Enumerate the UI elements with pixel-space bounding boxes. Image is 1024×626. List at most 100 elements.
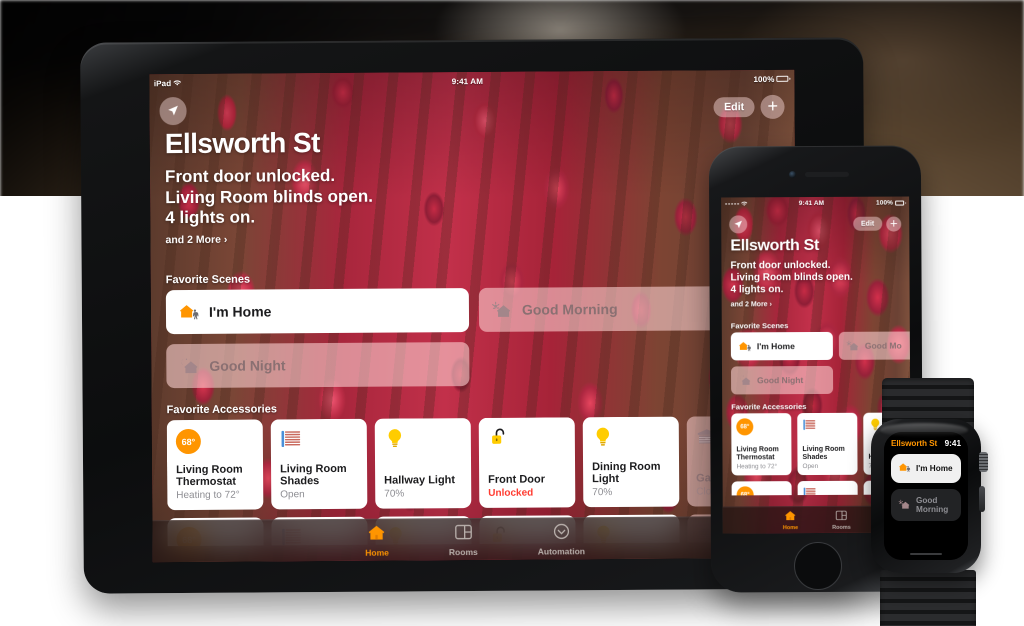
bulb-icon xyxy=(384,427,462,454)
accessory-tile[interactable]: 68° Living Room Thermostat Heating to 72… xyxy=(731,413,792,476)
favorite-scenes-grid: I'm Home Good Morning Good Night xyxy=(165,285,783,389)
status-line: Living Room blinds open. xyxy=(165,186,374,207)
plus-icon[interactable]: + xyxy=(760,94,785,119)
watch-time: 9:41 xyxy=(944,439,961,448)
accessory-tile[interactable]: 68° Living Room Thermostat Heating to 72… xyxy=(731,481,792,496)
sun-house-icon xyxy=(491,299,513,321)
location-arrow-icon[interactable] xyxy=(729,215,748,234)
moon-house-icon xyxy=(178,355,200,377)
scene-label: Good Mo xyxy=(864,340,902,351)
and-more-link[interactable]: and 2 More › xyxy=(165,234,227,246)
accessory-tile[interactable]: Hallway Light 70% xyxy=(374,418,472,509)
wifi-icon xyxy=(173,80,182,86)
location-arrow-icon[interactable] xyxy=(159,97,187,125)
ipad-home-app: iPad 9:41 AM 100% Edit + Ellsworth St Fr… xyxy=(149,69,798,563)
watch-scene-row[interactable]: I'm Home xyxy=(891,454,961,483)
house-icon xyxy=(784,509,797,524)
accessory-name: Dining Room Light xyxy=(592,460,661,486)
watch-band-lower xyxy=(880,570,976,626)
status-time: 9:41 AM xyxy=(798,199,825,208)
bulb-icon xyxy=(592,426,670,453)
tab-label: Rooms xyxy=(448,546,478,557)
rooms-icon xyxy=(453,522,473,545)
watch-home-app: Ellsworth St 9:41 I'm Home Good Morning xyxy=(884,432,968,560)
scene-tile[interactable]: Good Night xyxy=(166,342,470,389)
status-battery-percent: 100% xyxy=(753,74,775,84)
accessory-name: Living Room Shades xyxy=(802,445,845,461)
house-person-icon xyxy=(738,339,752,353)
status-battery-percent: 100% xyxy=(876,199,894,207)
thermostat-temp-badge: 68° xyxy=(736,418,754,436)
plus-icon[interactable]: + xyxy=(886,215,902,232)
favorite-accessories-title: Favorite Accessories xyxy=(166,403,277,417)
wifi-icon xyxy=(740,201,747,206)
accessory-status: Open xyxy=(802,462,819,470)
accessory-tile[interactable]: Living Room Shades Open xyxy=(797,412,858,476)
edit-button[interactable]: Edit xyxy=(713,97,755,118)
home-status-summary: Front door unlocked. Living Room blinds … xyxy=(165,166,373,230)
iphone-status-bar: 9:41 AM 100% xyxy=(721,197,909,211)
accessory-name: Front Door xyxy=(488,473,546,486)
sun-house-icon xyxy=(846,339,860,353)
scene-tile[interactable]: Good Mo xyxy=(838,331,911,360)
edit-button[interactable]: Edit xyxy=(852,216,883,231)
tab-automation[interactable]: Automation xyxy=(537,522,586,557)
thermostat-temp-badge: 68° xyxy=(175,428,201,455)
watch-side-button[interactable] xyxy=(979,486,985,512)
tab-label: Rooms xyxy=(832,524,851,531)
status-line: Front door unlocked. xyxy=(164,165,336,187)
battery-full-icon xyxy=(894,200,906,206)
accessory-name: Living Room Shades xyxy=(280,462,347,488)
ipad-nav-row: Edit + xyxy=(149,92,794,127)
page-title: Ellsworth St xyxy=(164,127,320,160)
tab-home[interactable]: Home xyxy=(783,509,798,531)
watch-scene-list: I'm Home Good Morning xyxy=(884,448,968,521)
accessory-name: Living Room Thermostat xyxy=(736,446,779,462)
accessory-tile[interactable]: 68° Living Room Thermostat Heating to 72… xyxy=(166,419,264,511)
scene-label: I'm Home xyxy=(208,303,272,320)
accessory-name: Living Room Thermostat xyxy=(176,463,243,489)
and-more-link[interactable]: and 2 More › xyxy=(731,301,772,308)
accessory-tile[interactable]: Living Room Shades Open xyxy=(797,480,858,496)
thermostat-icon: 68° xyxy=(736,418,786,436)
status-time: 9:41 AM xyxy=(451,76,484,86)
blinds-icon xyxy=(280,428,358,455)
ipad-status-bar: iPad 9:41 AM 100% xyxy=(149,70,794,93)
tab-rooms[interactable]: Rooms xyxy=(449,522,478,557)
watch-scene-row[interactable]: Good Morning xyxy=(891,489,961,521)
favorite-accessories-title: Favorite Accessories xyxy=(731,402,807,412)
signal-dots-icon xyxy=(724,202,739,205)
scene-tile[interactable]: I'm Home xyxy=(165,288,470,335)
earpiece-speaker xyxy=(804,171,849,178)
watch-screen-glare xyxy=(880,423,968,437)
digital-crown-icon[interactable] xyxy=(979,452,988,472)
accessory-tile[interactable]: Front Door Unlocked xyxy=(478,417,576,508)
scene-tile[interactable]: I'm Home xyxy=(730,331,833,361)
watch-scene-label: Good Morning xyxy=(916,496,949,514)
accessory-tile[interactable]: Dining Room Light 70% xyxy=(582,416,680,508)
status-line: 4 lights on. xyxy=(730,284,784,296)
favorite-scenes-title: Favorite Scenes xyxy=(165,273,251,287)
tab-rooms[interactable]: Rooms xyxy=(832,509,851,531)
accessory-status: Heating to 72° xyxy=(736,462,778,471)
scene-label: Good Night xyxy=(757,375,804,386)
iphone-home-button[interactable] xyxy=(793,541,843,591)
accessory-name: Hallway Light xyxy=(384,474,456,487)
iphone-nav-row: Edit + xyxy=(721,213,909,236)
thermostat-icon: 68° xyxy=(175,428,254,456)
watch-home-indicator xyxy=(910,552,942,555)
accessory-tile[interactable]: Living Room Shades Open xyxy=(270,418,368,510)
scene-tile[interactable]: Good Night xyxy=(730,365,834,395)
scene-label: Good Morning xyxy=(521,300,618,318)
accessory-status: Heating to 72° xyxy=(176,489,240,501)
battery-full-icon xyxy=(776,76,790,82)
thermostat-icon: 68° xyxy=(736,486,787,496)
moon-house-icon xyxy=(738,373,752,387)
blinds-icon xyxy=(803,486,853,496)
scene-label: I'm Home xyxy=(756,341,795,352)
tab-label: Automation xyxy=(537,545,586,557)
tab-home[interactable]: Home xyxy=(365,523,389,557)
sun-house-icon xyxy=(898,498,911,513)
status-line: 4 lights on. xyxy=(165,207,256,228)
scene-label: Good Night xyxy=(209,357,286,374)
